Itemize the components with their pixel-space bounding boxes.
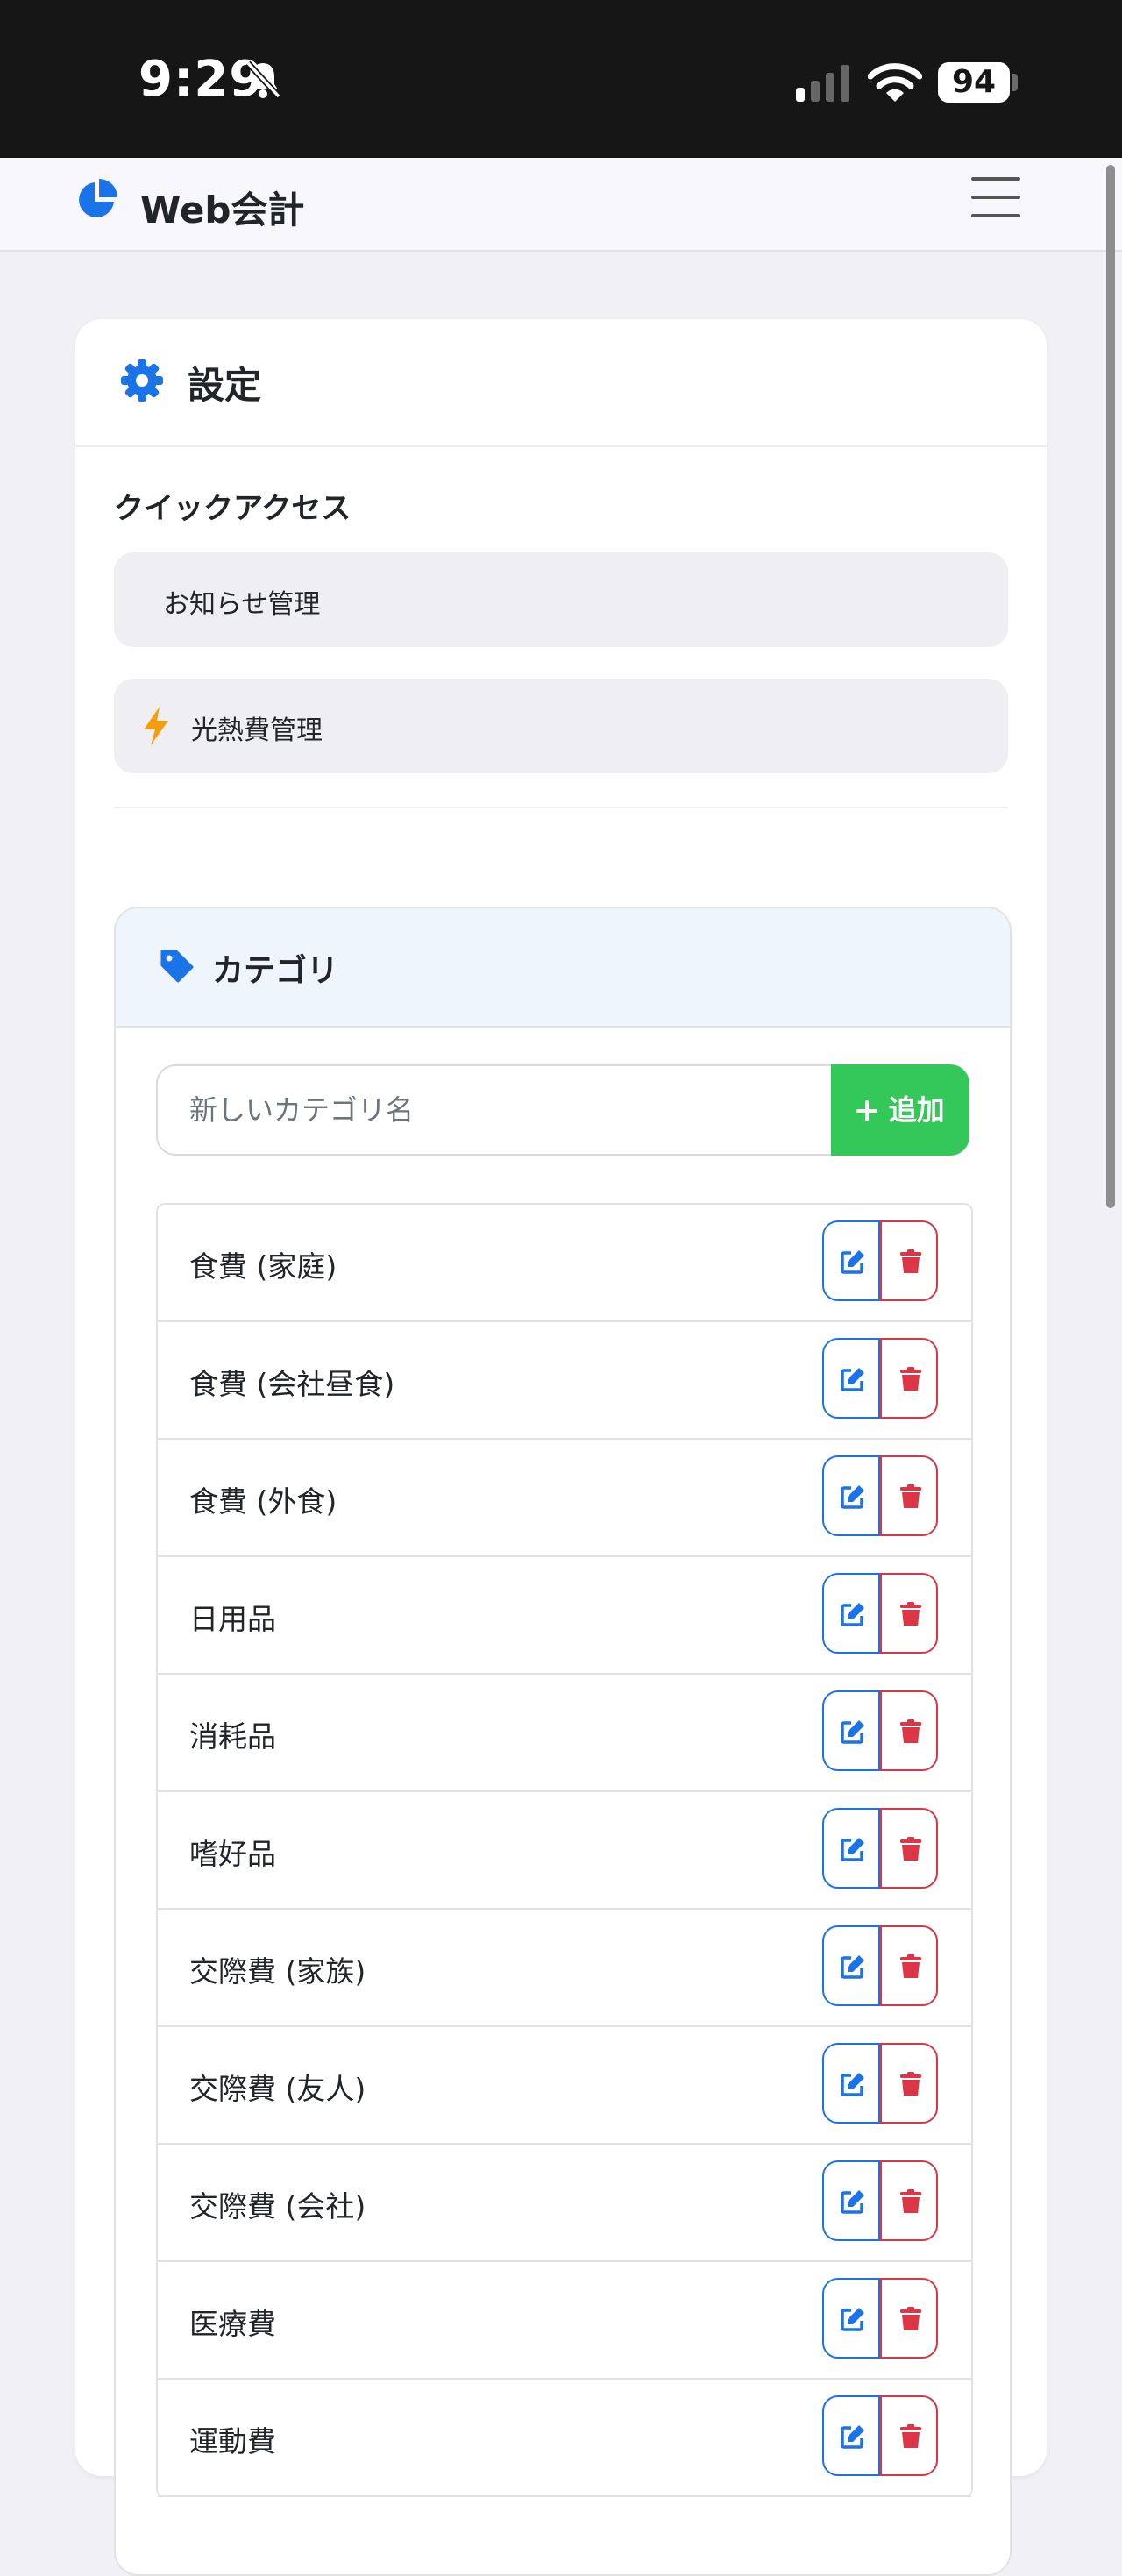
settings-card: 設定 クイックアクセス お知らせ管理 光熱費管理 カテゴリ 新しいカテゴリ名 追… [75, 319, 1047, 2576]
brand-name[interactable]: Web会計 [140, 181, 304, 234]
divider [114, 807, 1008, 808]
list-item: 食費 (会社昼食) [158, 1322, 971, 1440]
battery-indicator: 94 [938, 62, 1010, 103]
delete-button[interactable] [880, 2043, 938, 2124]
category-name: 交際費 (会社) [189, 2189, 366, 2224]
category-title: カテゴリ [212, 953, 339, 989]
edit-button[interactable] [822, 1808, 880, 1889]
edit-button[interactable] [822, 2160, 880, 2241]
utility-management-label: 光熱費管理 [191, 715, 323, 746]
plus-icon [856, 1093, 888, 1127]
notice-management-label: お知らせ管理 [163, 589, 321, 620]
category-name: 食費 (外食) [189, 1484, 337, 1519]
list-item: 運動費 [158, 2380, 971, 2497]
category-name: 交際費 (友人) [189, 2072, 366, 2106]
category-name: 日用品 [189, 1602, 276, 1636]
list-item: 日用品 [158, 1557, 971, 1675]
scrollbar[interactable] [1106, 165, 1115, 1208]
edit-button[interactable] [822, 2395, 880, 2476]
new-category-input[interactable]: 新しいカテゴリ名 [156, 1064, 831, 1156]
edit-button[interactable] [822, 1573, 880, 1654]
delete-button[interactable] [880, 1808, 938, 1889]
list-item: 消耗品 [158, 1675, 971, 1792]
delete-button[interactable] [880, 1455, 938, 1536]
page-title: 設定 [188, 364, 262, 407]
quick-access-title: クイックアクセス [114, 491, 352, 526]
add-category-button[interactable]: 追加 [831, 1064, 969, 1156]
delete-button[interactable] [880, 1925, 938, 2006]
category-header: カテゴリ [116, 908, 1010, 1028]
edit-button[interactable] [822, 2278, 880, 2359]
status-bar: 9:29 94 [0, 0, 1122, 158]
wifi-icon [867, 61, 923, 107]
bell-muted-icon [244, 60, 282, 103]
list-item: 交際費 (家族) [158, 1910, 971, 2027]
cellular-signal-icon [794, 63, 854, 107]
utility-management-button[interactable]: 光熱費管理 [114, 679, 1008, 773]
pie-chart-icon[interactable] [75, 177, 119, 224]
list-item: 交際費 (会社) [158, 2145, 971, 2262]
delete-button[interactable] [880, 2395, 938, 2476]
tag-icon [160, 949, 195, 987]
list-item: 食費 (家庭) [158, 1205, 971, 1322]
notice-management-button[interactable]: お知らせ管理 [114, 552, 1008, 647]
top-navbar: Web会計 [0, 158, 1122, 252]
edit-button[interactable] [822, 2043, 880, 2124]
category-name: 食費 (会社昼食) [189, 1367, 395, 1401]
list-item: 食費 (外食) [158, 1440, 971, 1557]
delete-button[interactable] [880, 2278, 938, 2359]
category-card: カテゴリ 新しいカテゴリ名 追加 食費 (家庭) 食費 (会社昼食) 食費 (外… [114, 907, 1012, 2576]
edit-button[interactable] [822, 1690, 880, 1771]
edit-button[interactable] [822, 1925, 880, 2006]
category-name: 食費 (家庭) [189, 1249, 337, 1284]
category-name: 嗜好品 [189, 1837, 276, 1871]
settings-header: 設定 [75, 319, 1047, 447]
edit-button[interactable] [822, 1220, 880, 1301]
add-category-label: 追加 [888, 1093, 945, 1127]
category-name: 運動費 [189, 2424, 276, 2459]
list-item: 嗜好品 [158, 1792, 971, 1910]
delete-button[interactable] [880, 1220, 938, 1301]
list-item: 医療費 [158, 2262, 971, 2380]
edit-button[interactable] [822, 1338, 880, 1419]
lightning-icon [138, 705, 174, 751]
battery-tip [1012, 74, 1018, 91]
delete-button[interactable] [880, 1690, 938, 1771]
hamburger-menu-button[interactable] [971, 177, 1020, 219]
delete-button[interactable] [880, 1573, 938, 1654]
gear-icon [119, 358, 165, 407]
delete-button[interactable] [880, 1338, 938, 1419]
delete-button[interactable] [880, 2160, 938, 2241]
list-item: 交際費 (友人) [158, 2027, 971, 2145]
category-name: 医療費 [189, 2307, 276, 2341]
category-name: 消耗品 [189, 1719, 276, 1754]
category-list: 食費 (家庭) 食費 (会社昼食) 食費 (外食) 日用品 消耗品 嗜好品 交際… [156, 1203, 973, 2497]
category-name: 交際費 (家族) [189, 1954, 366, 1989]
edit-button[interactable] [822, 1455, 880, 1536]
